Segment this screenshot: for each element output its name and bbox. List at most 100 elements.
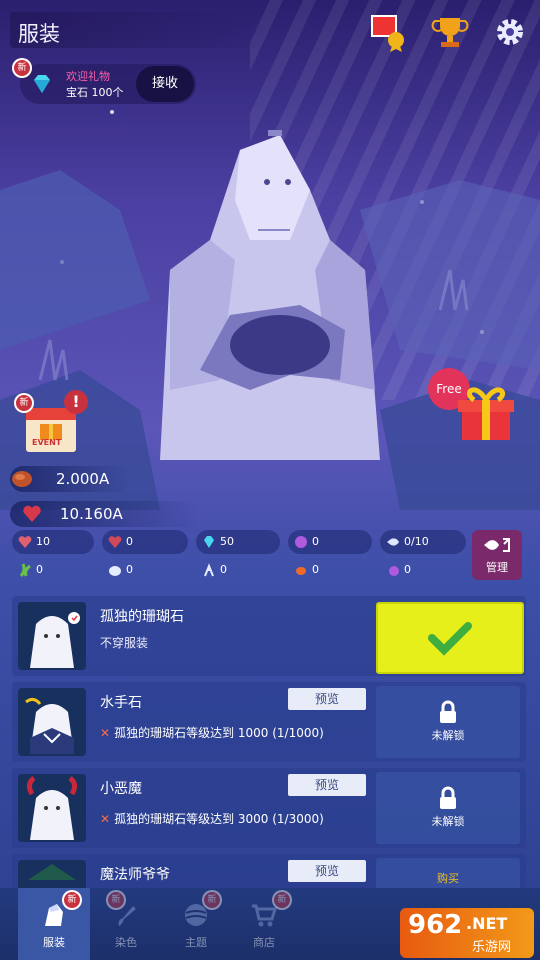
- equipped-button[interactable]: [376, 602, 524, 674]
- heart-icon: [23, 505, 41, 522]
- diamond-icon: [204, 536, 214, 548]
- outfit-card[interactable]: 孤独的珊瑚石 不穿服装: [12, 596, 526, 676]
- checkmark-icon: [428, 622, 472, 656]
- crab-icon: [296, 567, 306, 575]
- outfit-name: 小恶魔: [100, 781, 142, 797]
- hearts-value: 10.160A: [60, 505, 123, 523]
- new-badge: 新: [106, 890, 126, 910]
- stat-value: 0: [36, 563, 43, 576]
- food-value: 2.000A: [56, 470, 110, 488]
- tab-label: 服装: [43, 936, 65, 949]
- trophy-icon[interactable]: [430, 12, 470, 52]
- preview-button[interactable]: 预览: [288, 688, 366, 710]
- stat-chip: 0: [102, 558, 188, 582]
- tab-label: 主题: [185, 936, 207, 949]
- preview-button[interactable]: 预览: [288, 774, 366, 796]
- stat-chip: 0: [196, 558, 280, 582]
- stat-chip: 0: [380, 558, 466, 582]
- top-bar: 服装: [0, 0, 540, 60]
- new-badge: 新: [14, 393, 34, 413]
- stat-value: 50: [220, 535, 234, 548]
- outfit-name: 水手石: [100, 695, 142, 711]
- gift-box-icon: [458, 387, 514, 440]
- outfit-requirement: ✕ 孤独的珊瑚石等级达到 3000 (1/3000): [100, 810, 324, 827]
- locked-slot: 未解锁: [376, 686, 520, 758]
- fish-expand-icon: [484, 538, 510, 552]
- receive-button[interactable]: 接收: [136, 66, 194, 102]
- outfit-avatar: [18, 602, 86, 670]
- free-gift-button[interactable]: Free: [428, 368, 520, 448]
- snail-icon: [389, 566, 399, 576]
- stat-chip: 0: [288, 558, 372, 582]
- tab-theme[interactable]: 主题 新: [160, 888, 232, 960]
- preview-button[interactable]: 预览: [288, 860, 366, 882]
- locked-label: 未解锁: [431, 815, 465, 828]
- outfit-card[interactable]: 小恶魔 预览 ✕ 孤独的珊瑚石等级达到 3000 (1/3000) 未解锁: [12, 768, 526, 848]
- stat-chip: 0: [288, 530, 372, 554]
- manage-button[interactable]: 管理: [472, 530, 522, 580]
- stat-value: 10: [36, 535, 50, 548]
- coral-stone-statue: [160, 130, 380, 460]
- outfit-list[interactable]: 孤独的珊瑚石 不穿服装 水手石 预览 ✕ 孤独的珊瑚石等级达到 1000 (1/1…: [0, 592, 540, 888]
- stat-value: 0: [404, 563, 411, 576]
- tab-label: 商店: [253, 936, 275, 949]
- stat-chip: 10: [12, 530, 94, 554]
- outfit-avatar: [18, 774, 86, 842]
- page-title: 服装: [18, 22, 60, 46]
- watermark-number: 962: [408, 910, 463, 940]
- watermark-site: 乐游网: [472, 940, 512, 955]
- album-icon[interactable]: [368, 12, 408, 52]
- locked-slot: 未解锁: [376, 772, 520, 844]
- site-watermark: 962 .NET 乐游网: [400, 908, 534, 958]
- shell-icon: [109, 566, 121, 576]
- diamond-icon: [34, 75, 50, 93]
- new-badge: 新: [202, 890, 222, 910]
- requirement-text: 孤独的珊瑚石等级达到 3000 (1/3000): [114, 812, 324, 826]
- stat-chip: 50: [196, 530, 280, 554]
- stat-chip: 0/10: [380, 530, 466, 554]
- stat-value: 0: [126, 563, 133, 576]
- stat-value: 0: [126, 535, 133, 548]
- heart-clock-icon: [108, 536, 122, 548]
- fish-icon: [387, 538, 399, 546]
- stats-panel: 10 0 50 0 0/10 0 0 0 0 0: [12, 528, 466, 584]
- pearl-icon: [295, 536, 307, 548]
- outfit-requirement: ✕ 孤独的珊瑚石等级达到 1000 (1/1000): [100, 724, 324, 741]
- locked-label: 未解锁: [431, 729, 465, 742]
- sparkle: [110, 110, 114, 114]
- outfit-card[interactable]: 魔法师爷爷 预览 购买: [12, 854, 526, 888]
- requirement-text: 孤独的珊瑚石等级达到 1000 (1/1000): [114, 726, 324, 740]
- tab-shop[interactable]: 商店 新: [228, 888, 300, 960]
- outfit-name: 孤独的珊瑚石: [100, 609, 184, 625]
- lock-icon: [440, 700, 456, 723]
- welcome-gift-banner: 欢迎礼物 宝石 100个 接收: [20, 64, 196, 104]
- outfit-subtitle: 不穿服装: [100, 636, 149, 650]
- buy-button[interactable]: 购买: [376, 858, 520, 888]
- lock-icon: [440, 786, 456, 809]
- manage-label: 管理: [486, 561, 508, 574]
- seaweed-icon: [19, 563, 31, 577]
- tab-dye[interactable]: 染色 新: [90, 888, 162, 960]
- outfit-card[interactable]: 水手石 预览 ✕ 孤独的珊瑚石等级达到 1000 (1/1000) 未解锁: [12, 682, 526, 762]
- gear-icon[interactable]: [490, 12, 530, 52]
- event-label: EVENT: [32, 438, 62, 447]
- stat-chip: 0: [12, 558, 94, 582]
- watermark-suffix: .NET: [466, 914, 508, 933]
- tab-outfit[interactable]: 服装 新: [18, 888, 90, 960]
- title-box: 服装: [10, 12, 270, 48]
- new-badge: 新: [272, 890, 292, 910]
- stat-value: 0: [312, 535, 319, 548]
- stat-value: 0/10: [404, 535, 429, 548]
- outfit-avatar: [18, 688, 86, 756]
- tab-label: 染色: [115, 936, 137, 949]
- buy-label: 购买: [437, 872, 459, 885]
- cross-icon: ✕: [100, 812, 111, 826]
- gift-reward: 宝石 100个: [66, 86, 124, 99]
- new-badge: 新: [12, 58, 32, 78]
- stat-value: 0: [312, 563, 319, 576]
- gift-title: 欢迎礼物: [66, 70, 110, 83]
- heart-plus-icon: [18, 536, 32, 548]
- hearts-resource: 10.160A: [10, 501, 200, 527]
- coral-icon: [204, 563, 214, 577]
- alert-icon: !: [64, 390, 88, 414]
